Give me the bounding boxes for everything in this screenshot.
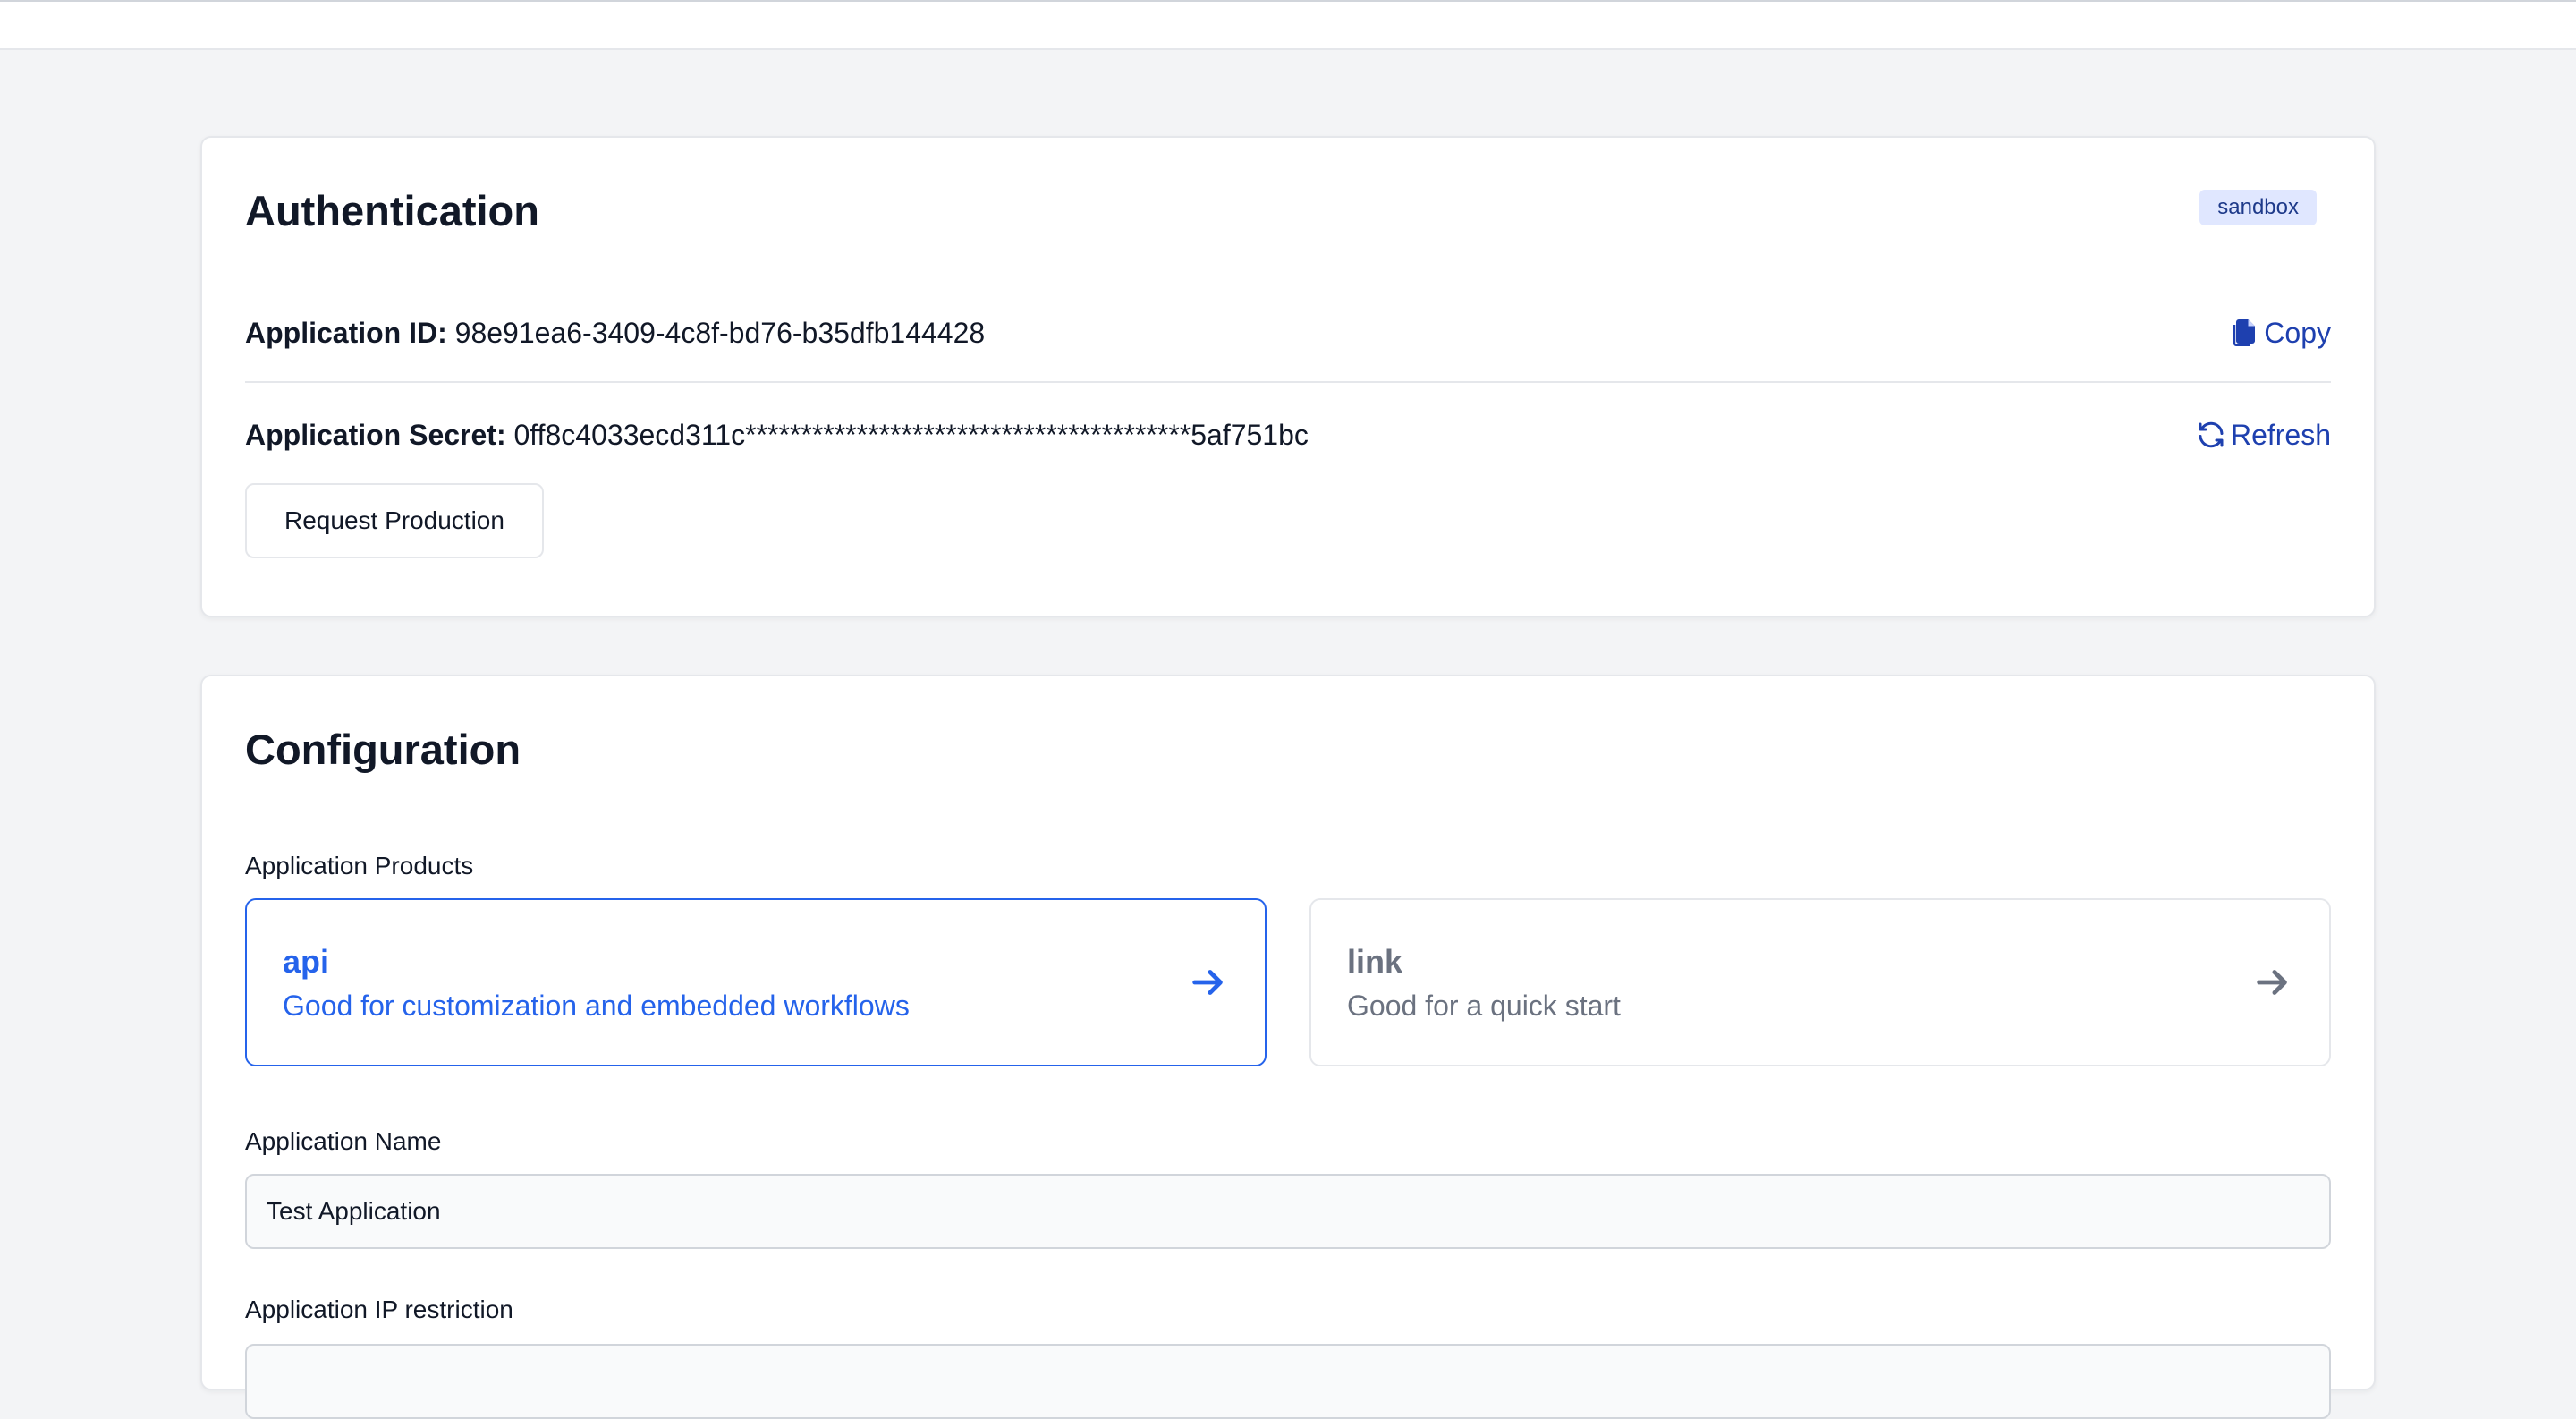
application-secret-row: Application Secret: 0ff8c4033ecd311c****… [245,408,2331,462]
product-description: Good for a quick start [1347,989,1621,1022]
refresh-button[interactable]: Refresh [2195,419,2331,452]
product-text: api Good for customization and embedded … [283,943,910,1023]
authentication-card: Authentication sandbox Application ID: 9… [200,136,2376,617]
application-products-label: Application Products [245,852,474,879]
top-bar [0,0,2576,50]
refresh-label: Refresh [2230,418,2331,451]
application-id-row: Application ID: 98e91ea6-3409-4c8f-bd76-… [245,306,2331,360]
arrow-right-icon [1192,970,1223,995]
product-option-api[interactable]: api Good for customization and embedded … [245,898,1267,1066]
product-text: link Good for a quick start [1347,943,1621,1023]
application-ip-restriction-label: Application IP restriction [245,1296,513,1323]
configuration-title: Configuration [245,726,521,773]
copy-icon [2233,319,2256,346]
authentication-title: Authentication [245,187,539,234]
environment-badge: sandbox [2199,190,2317,225]
application-name-value: Test Application [267,1197,441,1225]
application-secret-label: Application Secret: [245,418,506,451]
configuration-card: Configuration Application Products api G… [200,675,2376,1419]
product-option-link[interactable]: link Good for a quick start [1309,898,2331,1066]
application-id: Application ID: 98e91ea6-3409-4c8f-bd76-… [245,317,985,350]
application-secret-value: 0ff8c4033ecd311c************************… [513,418,1309,451]
application-id-label: Application ID: [245,316,447,349]
application-secret: Application Secret: 0ff8c4033ecd311c****… [245,419,1309,452]
copy-button[interactable]: Copy [2228,317,2331,350]
divider [245,381,2331,383]
product-title: link [1347,942,1403,980]
request-production-button[interactable]: Request Production [245,483,544,558]
application-ip-restriction-input[interactable] [245,1344,2331,1419]
application-id-value: 98e91ea6-3409-4c8f-bd76-b35dfb144428 [454,316,986,349]
arrow-right-icon [2257,970,2287,995]
refresh-icon [2199,421,2224,448]
product-title: api [283,942,330,980]
application-name-label: Application Name [245,1127,442,1155]
copy-label: Copy [2264,316,2331,349]
product-description: Good for customization and embedded work… [283,989,910,1022]
application-name-input[interactable]: Test Application [245,1174,2331,1249]
